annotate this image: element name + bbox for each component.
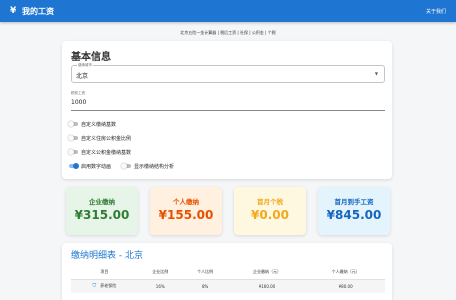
- shield-icon: ⛉: [92, 283, 97, 290]
- dropdown-caret-icon: ▼: [374, 71, 378, 76]
- app-bar: ¥ 我的工资 关于我们: [0, 0, 456, 22]
- column-header: 企业比例: [137, 265, 183, 280]
- stat-title: 首月到手工资: [334, 198, 374, 206]
- table-header-row: 项目 企业比例 个人比例 企业缴纳（元） 个人缴纳（元）: [71, 265, 385, 280]
- switch-off[interactable]: [68, 135, 78, 141]
- toggle-number-animation-label: 启用数字动画: [81, 163, 112, 170]
- city-select-label: 缴纳城市: [77, 63, 93, 68]
- detail-title: 缴纳明细表 - 北京: [71, 251, 143, 261]
- basic-info-title: 基本信息: [71, 52, 111, 63]
- column-header: 企业缴纳（元）: [227, 265, 307, 280]
- switch-off[interactable]: [68, 121, 78, 127]
- cell-item: ⛉ 养老保险: [71, 279, 138, 293]
- salary-input[interactable]: 税前工资 1000: [71, 89, 385, 111]
- toggle-structure-analysis[interactable]: 显示缴纳结构分析: [121, 161, 175, 171]
- cell-company-amount: ¥160.00: [227, 279, 307, 293]
- cell-personal-rate: 8%: [182, 279, 228, 293]
- stat-value: ¥0.00: [251, 208, 289, 222]
- stat-title: 企业缴纳: [89, 198, 115, 206]
- salary-input-label: 税前工资: [71, 91, 85, 95]
- yen-logo-icon: ¥: [10, 6, 17, 16]
- column-header: 个人比例: [182, 265, 228, 280]
- city-select[interactable]: 缴纳城市 北京 ▼: [71, 63, 385, 83]
- stat-card-company: 企业缴纳 ¥315.00: [66, 187, 138, 235]
- toggle-custom-base[interactable]: 自定义缴纳基数: [68, 119, 117, 129]
- column-header: 项目: [71, 265, 138, 280]
- toggle-structure-analysis-label: 显示缴纳结构分析: [134, 163, 175, 170]
- page-subtitle: 北京五险一金计算器 | 税后工资 | 社保 | 公积金 | 个税: [180, 30, 276, 35]
- stat-title: 首月个税: [257, 198, 283, 206]
- column-header: 个人缴纳（元）: [306, 265, 385, 280]
- switch-on[interactable]: [69, 163, 79, 169]
- stat-card-net-salary: 首月到手工资 ¥845.00: [318, 187, 390, 235]
- toggle-custom-base-label: 自定义缴纳基数: [81, 121, 117, 128]
- toggle-custom-fund-ratio-label: 自定义住房公积金比例: [81, 135, 132, 142]
- about-us-link[interactable]: 关于我们: [426, 8, 446, 15]
- stat-card-personal: 个人缴纳 ¥155.00: [150, 187, 222, 235]
- item-name: 养老保险: [100, 283, 117, 289]
- stat-card-tax: 首月个税 ¥0.00: [234, 187, 306, 235]
- table-row: ⛉ 养老保险 16% 8% ¥160.00 ¥80.00: [71, 279, 385, 293]
- stat-value: ¥315.00: [74, 208, 130, 222]
- stat-value: ¥845.00: [326, 208, 382, 222]
- salary-input-value[interactable]: 1000: [71, 99, 86, 106]
- cell-personal-amount: ¥80.00: [306, 279, 385, 293]
- city-select-value: 北京: [76, 73, 89, 80]
- stat-value: ¥155.00: [158, 208, 214, 222]
- toggle-custom-fund-base-label: 自定义公积金缴纳基数: [81, 149, 132, 156]
- toggle-custom-fund-ratio[interactable]: 自定义住房公积金比例: [68, 133, 132, 143]
- toggle-number-animation[interactable]: 启用数字动画: [69, 161, 111, 171]
- switch-off[interactable]: [68, 149, 78, 155]
- stat-title: 个人缴纳: [173, 198, 199, 206]
- detail-table: 项目 企业比例 个人比例 企业缴纳（元） 个人缴纳（元） ⛉ 养老保险 16% 8…: [71, 265, 385, 293]
- detail-card: 缴纳明细表 - 北京 项目 企业比例 个人比例 企业缴纳（元） 个人缴纳（元） …: [62, 243, 392, 300]
- basic-info-card: 基本信息 缴纳城市 北京 ▼ 税前工资 1000 自定义缴纳基数 自定义住房公积…: [62, 41, 392, 179]
- toggle-custom-fund-base[interactable]: 自定义公积金缴纳基数: [68, 147, 132, 157]
- app-title: 我的工资: [22, 6, 54, 16]
- switch-off[interactable]: [121, 163, 131, 169]
- cell-company-rate: 16%: [137, 279, 183, 293]
